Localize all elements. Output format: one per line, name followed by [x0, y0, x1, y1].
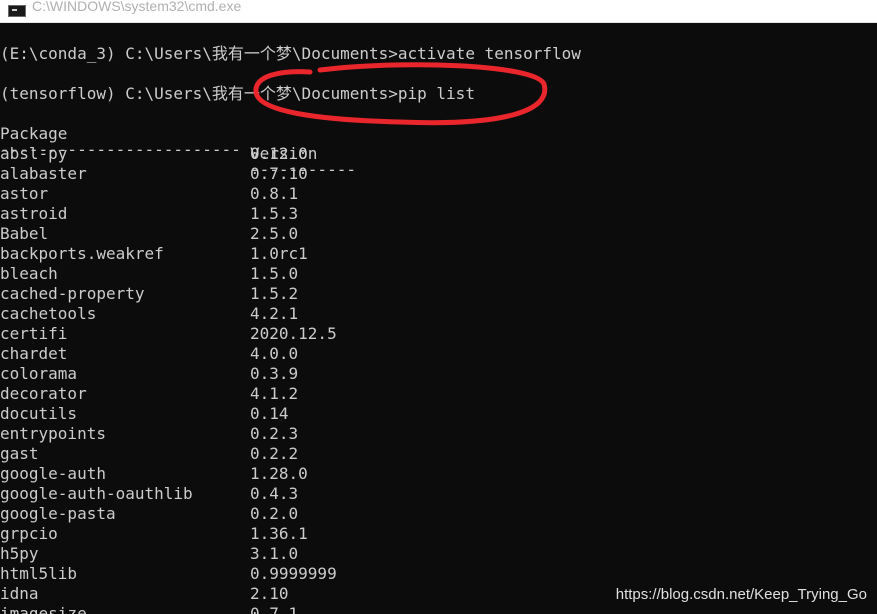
- console-line-activate: (E:\conda_3) C:\Users\我有一个梦\Documents>ac…: [0, 44, 581, 63]
- package-name: cachetools: [0, 304, 97, 323]
- watermark: https://blog.csdn.net/Keep_Trying_Go: [615, 586, 867, 603]
- package-version: 1.5.0: [250, 264, 299, 283]
- package-name: docutils: [0, 404, 78, 423]
- package-version: 0.12.0: [250, 144, 308, 163]
- package-name: grpcio: [0, 524, 58, 543]
- package-version: 4.1.2: [250, 384, 299, 403]
- package-version: 1.5.3: [250, 204, 299, 223]
- package-name: entrypoints: [0, 424, 106, 443]
- package-name: certifi: [0, 324, 68, 343]
- package-name: cached-property: [0, 284, 145, 303]
- package-name: gast: [0, 444, 39, 463]
- package-name: html5lib: [0, 564, 78, 583]
- package-name: imagesize: [0, 604, 87, 614]
- package-name: alabaster: [0, 164, 87, 183]
- package-name: astor: [0, 184, 49, 203]
- package-version: 1.28.0: [250, 464, 308, 483]
- package-name: Babel: [0, 224, 49, 243]
- console-output[interactable]: (E:\conda_3) C:\Users\我有一个梦\Documents>ac…: [0, 22, 877, 614]
- package-name: colorama: [0, 364, 78, 383]
- package-name: h5py: [0, 544, 39, 563]
- cmd-icon: [8, 5, 26, 17]
- package-version: 0.8.1: [250, 184, 299, 203]
- package-version: 0.3.9: [250, 364, 299, 383]
- package-name: bleach: [0, 264, 58, 283]
- window-title: C:\WINDOWS\system32\cmd.exe: [32, 0, 242, 14]
- package-version: 0.2.0: [250, 504, 299, 523]
- package-version: 4.2.1: [250, 304, 299, 323]
- package-version: 2.5.0: [250, 224, 299, 243]
- package-version: 0.9999999: [250, 564, 337, 583]
- package-version: 0.7.10: [250, 164, 308, 183]
- table-header-separator: ------------------------- -----------: [0, 120, 356, 179]
- package-version: 2020.12.5: [250, 324, 337, 343]
- package-version: 0.14: [250, 404, 289, 423]
- package-version: 1.5.2: [250, 284, 299, 303]
- package-name: google-auth-oauthlib: [0, 484, 193, 503]
- package-version: 4.0.0: [250, 344, 299, 363]
- title-bar[interactable]: C:\WINDOWS\system32\cmd.exe: [0, 0, 877, 23]
- package-version: 0.7.1: [250, 604, 299, 614]
- package-name: google-auth: [0, 464, 106, 483]
- package-name: decorator: [0, 384, 87, 403]
- package-name: google-pasta: [0, 504, 116, 523]
- package-version: 3.1.0: [250, 544, 299, 563]
- package-name: absl-py: [0, 144, 68, 163]
- package-version: 1.36.1: [250, 524, 308, 543]
- package-version: 0.2.2: [250, 444, 299, 463]
- package-name: backports.weakref: [0, 244, 164, 263]
- package-name: chardet: [0, 344, 68, 363]
- package-name: idna: [0, 584, 39, 603]
- package-version: 1.0rc1: [250, 244, 308, 263]
- package-name: astroid: [0, 204, 68, 223]
- package-version: 0.4.3: [250, 484, 299, 503]
- package-version: 2.10: [250, 584, 289, 603]
- package-version: 0.2.3: [250, 424, 299, 443]
- console-line-pip-list: (tensorflow) C:\Users\我有一个梦\Documents>pi…: [0, 84, 475, 103]
